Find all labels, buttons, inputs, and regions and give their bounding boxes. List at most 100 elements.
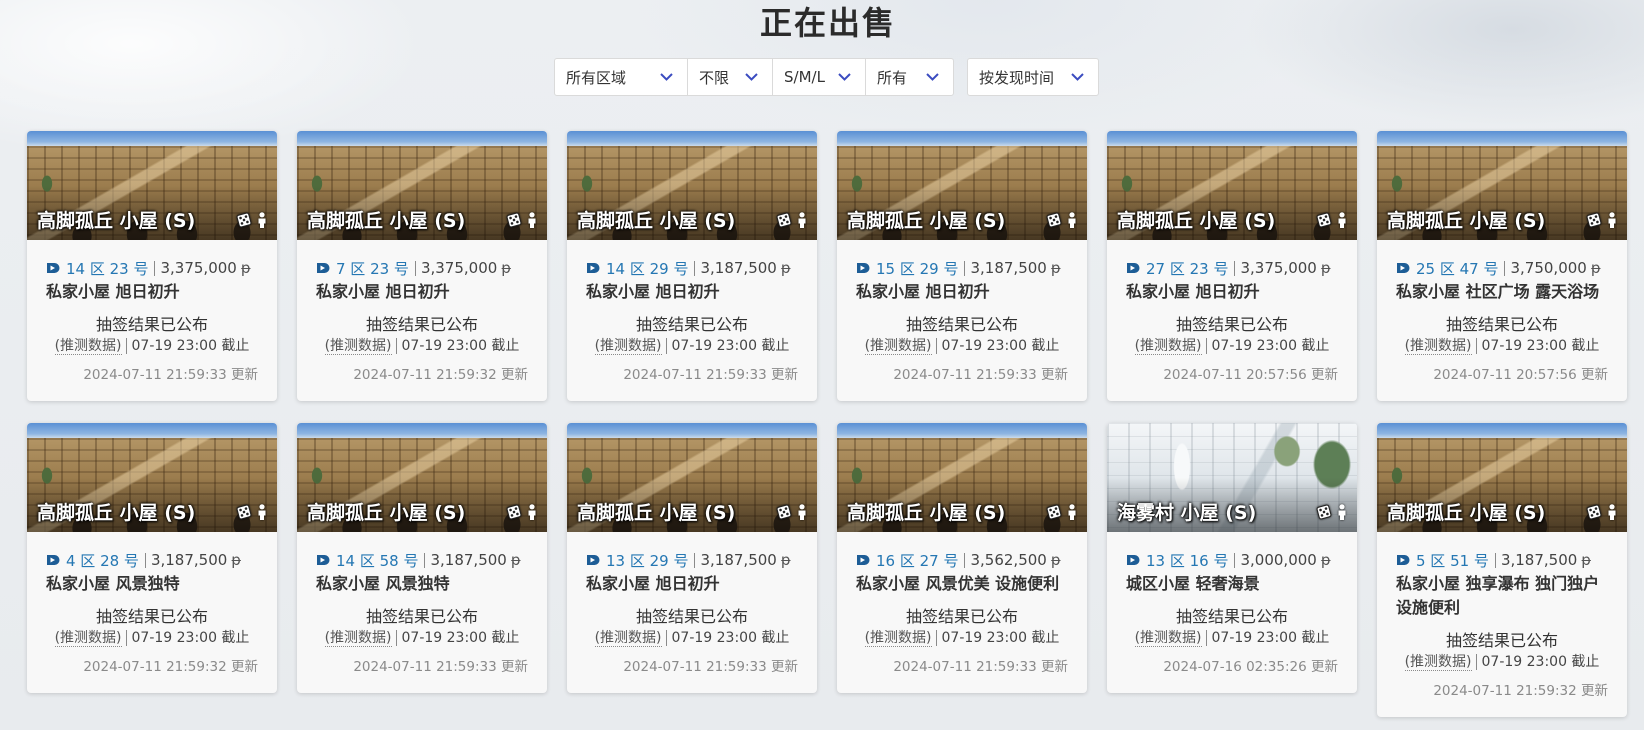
deadline: 07-19 23:00 截止 — [935, 630, 1060, 646]
updated-time: 2024-07-11 20:57:56 更新 — [1433, 367, 1608, 383]
house-price: 3,375,000 — [160, 258, 237, 277]
house-title: 高脚孤丘 小屋 (S) — [577, 210, 736, 232]
house-tag-icons — [236, 504, 267, 524]
house-card[interactable]: 高脚孤丘 小屋 (S) — [297, 131, 547, 401]
house-card[interactable]: 高脚孤丘 小屋 (S) — [1377, 423, 1627, 717]
house-location: 13 区 29 号 — [606, 551, 689, 570]
house-details: 14 区 29 号 3,187,500 ᵽ 私家小屋 旭日初升 抽签结果已公布 (… — [567, 240, 817, 401]
house-card[interactable]: 高脚孤丘 小屋 (S) — [1107, 131, 1357, 401]
house-title: 高脚孤丘 小屋 (S) — [37, 210, 196, 232]
play-badge-icon — [1396, 554, 1410, 566]
dice-icon — [1046, 212, 1063, 232]
dice-icon — [1586, 212, 1603, 232]
play-badge-icon — [46, 262, 60, 274]
house-tag-icons — [1586, 504, 1617, 524]
house-price: 3,750,000 — [1510, 258, 1587, 277]
house-card[interactable]: 高脚孤丘 小屋 (S) — [27, 423, 277, 693]
house-price-group: 3,187,500 ᵽ — [964, 260, 1061, 276]
house-title: 高脚孤丘 小屋 (S) — [307, 210, 466, 232]
play-badge-icon — [856, 554, 870, 566]
house-card[interactable]: 高脚孤丘 小屋 (S) — [837, 423, 1087, 693]
house-location: 4 区 28 号 — [66, 551, 139, 570]
house-card[interactable]: 高脚孤丘 小屋 (S) — [567, 131, 817, 401]
house-card[interactable]: 高脚孤丘 小屋 (S) — [1377, 131, 1627, 401]
limit-filter-dropdown[interactable]: 不限 — [687, 59, 772, 95]
deadline-line: (推测数据) 07-19 23:00 截止 — [856, 336, 1068, 356]
house-price-group: 3,562,500 ᵽ — [964, 552, 1061, 568]
location-line: 16 区 27 号 3,562,500 ᵽ — [856, 549, 1068, 571]
house-description: 私家小屋 风景优美 设施便利 — [856, 574, 1060, 593]
house-card[interactable]: 高脚孤丘 小屋 (S) — [567, 423, 817, 693]
house-tag-icons — [506, 504, 537, 524]
deadline-line: (推测数据) 07-19 23:00 截止 — [856, 628, 1068, 648]
house-card-grid: 高脚孤丘 小屋 (S) 14 区 23 号 3,375,000 ᵽ 私家小屋 旭… — [27, 131, 1627, 717]
type-filter-dropdown[interactable]: 所有 — [865, 59, 953, 95]
person-icon — [1607, 504, 1617, 524]
house-description: 私家小屋 旭日初升 — [316, 282, 450, 301]
page-title: 正在出售 — [759, 4, 897, 42]
location-line: 13 区 16 号 3,000,000 ᵽ — [1126, 549, 1338, 571]
house-details: 15 区 29 号 3,187,500 ᵽ 私家小屋 旭日初升 抽签结果已公布 (… — [837, 240, 1087, 401]
house-details: 16 区 27 号 3,562,500 ᵽ 私家小屋 风景优美 设施便利 抽签结果… — [837, 532, 1087, 693]
play-badge-icon — [586, 554, 600, 566]
house-description: 私家小屋 旭日初升 — [586, 574, 720, 593]
house-description: 私家小屋 社区广场 露天浴场 — [1396, 282, 1600, 301]
house-price: 3,187,500 — [1500, 550, 1578, 569]
house-title: 高脚孤丘 小屋 (S) — [307, 502, 466, 524]
person-icon — [1607, 212, 1617, 232]
house-price-group: 3,187,500 ᵽ — [694, 260, 791, 276]
house-title: 高脚孤丘 小屋 (S) — [847, 210, 1006, 232]
deadline-line: (推测数据) 07-19 23:00 截止 — [316, 628, 528, 648]
size-filter-dropdown[interactable]: S/M/L — [772, 59, 865, 95]
house-price-group: 3,187,500 ᵽ — [424, 552, 521, 568]
person-icon — [527, 504, 537, 524]
house-details: 13 区 29 号 3,187,500 ᵽ 私家小屋 旭日初升 抽签结果已公布 (… — [567, 532, 817, 693]
currency-symbol: ᵽ — [780, 550, 791, 569]
deadline: 07-19 23:00 截止 — [1205, 630, 1330, 646]
estimate-note: (推测数据) — [864, 630, 932, 647]
currency-symbol: ᵽ — [1581, 550, 1592, 569]
region-filter-dropdown[interactable]: 所有区域 — [555, 59, 687, 95]
house-description: 私家小屋 旭日初升 — [1126, 282, 1260, 301]
house-card[interactable]: 高脚孤丘 小屋 (S) — [837, 131, 1087, 401]
dice-icon — [506, 212, 523, 232]
deadline: 07-19 23:00 截止 — [395, 630, 520, 646]
location-line: 15 区 29 号 3,187,500 ᵽ — [856, 257, 1068, 279]
house-card[interactable]: 高脚孤丘 小屋 (S) — [297, 423, 547, 693]
deadline-line: (推测数据) 07-19 23:00 截止 — [1396, 336, 1608, 356]
person-icon — [1337, 504, 1347, 524]
house-card[interactable]: 海雾村 小屋 (S) 13 区 16 号 3,000,000 ᵽ 城区小屋 轻奢… — [1107, 423, 1357, 693]
house-card[interactable]: 高脚孤丘 小屋 (S) — [27, 131, 277, 401]
house-title: 海雾村 小屋 (S) — [1117, 502, 1257, 524]
deadline: 07-19 23:00 截止 — [395, 338, 520, 354]
house-tag-icons — [236, 212, 267, 232]
house-thumbnail: 高脚孤丘 小屋 (S) — [27, 423, 277, 532]
house-thumbnail: 高脚孤丘 小屋 (S) — [297, 423, 547, 532]
person-icon — [797, 504, 807, 524]
location-line: 5 区 51 号 3,187,500 ᵽ — [1396, 549, 1608, 571]
house-title: 高脚孤丘 小屋 (S) — [847, 502, 1006, 524]
estimate-note: (推测数据) — [1404, 654, 1472, 671]
play-badge-icon — [1396, 262, 1410, 274]
estimate-note: (推测数据) — [324, 338, 392, 355]
chevron-down-icon — [660, 73, 673, 81]
house-location: 25 区 47 号 — [1416, 259, 1499, 278]
dice-icon — [1316, 504, 1333, 524]
deadline: 07-19 23:00 截止 — [665, 338, 790, 354]
house-thumbnail: 高脚孤丘 小屋 (S) — [1107, 131, 1357, 240]
house-location: 14 区 29 号 — [606, 259, 689, 278]
updated-time: 2024-07-11 21:59:33 更新 — [623, 367, 798, 383]
sort-dropdown[interactable]: 按发现时间 — [968, 59, 1098, 95]
currency-symbol: ᵽ — [1590, 258, 1601, 277]
house-tag-icons — [1046, 212, 1077, 232]
location-line: 27 区 23 号 3,375,000 ᵽ — [1126, 257, 1338, 279]
location-line: 14 区 23 号 3,375,000 ᵽ — [46, 257, 258, 279]
person-icon — [1067, 504, 1077, 524]
house-thumbnail: 高脚孤丘 小屋 (S) — [837, 131, 1087, 240]
house-thumbnail: 高脚孤丘 小屋 (S) — [567, 423, 817, 532]
house-price-group: 3,375,000 ᵽ — [1234, 260, 1331, 276]
house-title: 高脚孤丘 小屋 (S) — [1387, 502, 1546, 524]
lottery-status: 抽签结果已公布 — [905, 607, 1018, 626]
updated-time: 2024-07-11 21:59:33 更新 — [83, 367, 258, 383]
estimate-note: (推测数据) — [864, 338, 932, 355]
